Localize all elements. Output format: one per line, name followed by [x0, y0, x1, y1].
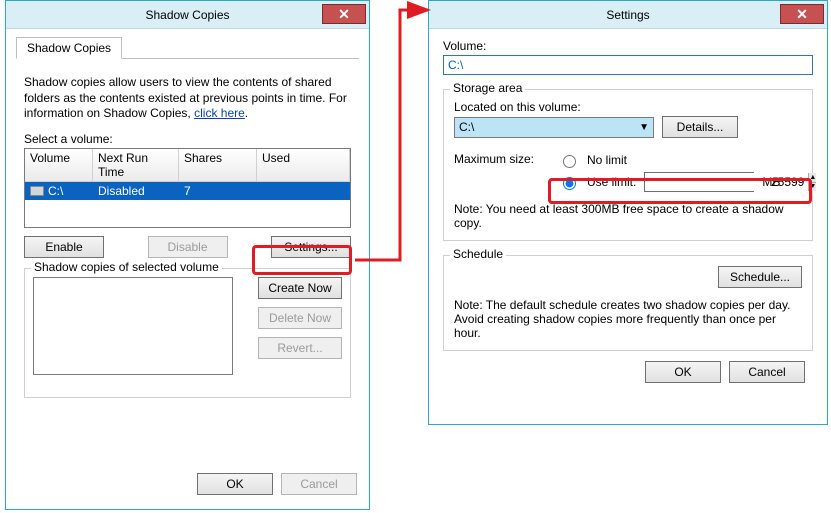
radio-no-limit[interactable]: No limit	[558, 152, 780, 168]
disable-button: Disable	[148, 236, 228, 258]
cancel-button: Cancel	[281, 473, 357, 495]
details-button[interactable]: Details...	[662, 116, 738, 138]
create-now-button[interactable]: Create Now	[258, 277, 342, 299]
radio-use-limit[interactable]: Use limit: ▲▼ MB	[558, 172, 780, 192]
shadow-copies-list[interactable]	[33, 277, 233, 375]
close-icon[interactable]: ✕	[780, 4, 824, 24]
settings-button[interactable]: Settings...	[271, 236, 351, 258]
window-title: Settings	[429, 8, 827, 22]
col-shares[interactable]: Shares	[179, 149, 257, 181]
schedule-button[interactable]: Schedule...	[718, 266, 802, 288]
group-legend: Shadow copies of selected volume	[31, 260, 222, 274]
delete-now-button: Delete Now	[258, 307, 342, 329]
table-row[interactable]: C:\ Disabled 7	[25, 182, 350, 200]
close-icon[interactable]: ✕	[322, 4, 366, 24]
titlebar: Shadow Copies ✕	[6, 1, 369, 29]
spinner[interactable]: ▲▼	[808, 173, 816, 191]
shadow-copies-window: Shadow Copies ✕ Shadow Copies Shadow cop…	[5, 0, 370, 510]
volume-table[interactable]: Volume Next Run Time Shares Used C:\ Dis…	[24, 148, 351, 228]
spin-up-icon: ▲	[808, 173, 816, 183]
unit-label: MB	[762, 175, 780, 189]
cancel-button[interactable]: Cancel	[729, 361, 805, 383]
ok-button[interactable]: OK	[197, 473, 273, 495]
settings-window: Settings ✕ Volume: C:\ Storage area Loca…	[428, 0, 828, 425]
spin-down-icon: ▼	[808, 183, 816, 192]
storage-legend: Storage area	[450, 81, 525, 95]
ok-button[interactable]: OK	[645, 361, 721, 383]
enable-button[interactable]: Enable	[24, 236, 104, 258]
located-combo[interactable]: C:\ ▼	[454, 117, 654, 138]
max-size-label: Maximum size:	[454, 152, 550, 166]
revert-button: Revert...	[258, 337, 342, 359]
tab-shadow-copies[interactable]: Shadow Copies	[16, 37, 122, 59]
limit-input[interactable]: ▲▼	[644, 172, 754, 192]
table-header: Volume Next Run Time Shares Used	[25, 149, 350, 182]
description: Shadow copies allow users to view the co…	[24, 75, 351, 122]
select-volume-label: Select a volume:	[24, 132, 351, 146]
located-label: Located on this volume:	[454, 100, 802, 114]
chevron-down-icon: ▼	[639, 122, 649, 133]
tabstrip: Shadow Copies	[16, 37, 359, 59]
disk-icon	[30, 186, 44, 196]
click-here-link[interactable]: click here	[194, 106, 245, 120]
note-storage: Note: You need at least 300MB free space…	[454, 202, 802, 230]
window-title: Shadow Copies	[6, 8, 369, 22]
col-next-run[interactable]: Next Run Time	[93, 149, 179, 181]
titlebar: Settings ✕	[429, 1, 827, 29]
col-used[interactable]: Used	[257, 149, 350, 181]
volume-field[interactable]: C:\	[443, 55, 813, 75]
schedule-legend: Schedule	[450, 247, 506, 261]
note-schedule: Note: The default schedule creates two s…	[454, 298, 802, 340]
volume-label: Volume:	[443, 39, 813, 53]
col-volume[interactable]: Volume	[25, 149, 93, 181]
